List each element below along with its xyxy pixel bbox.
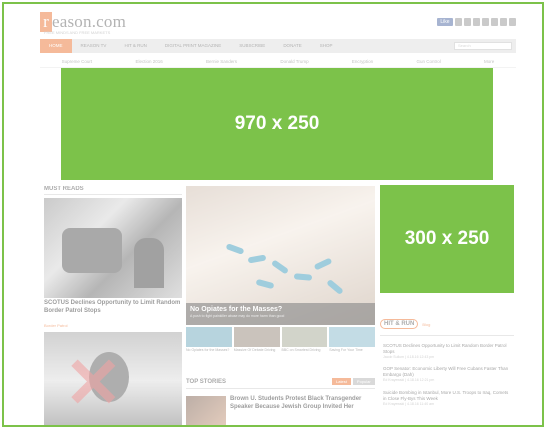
feature-subtitle: A push to fight painkiller abuse may do … (190, 314, 285, 318)
thumbnail[interactable]: Saving For Your Time (329, 327, 375, 361)
hit-and-run-item-title[interactable]: Suicide Bombing in Istanbul, More U.S. T… (383, 390, 513, 401)
topic-link[interactable]: Encryption (352, 59, 373, 64)
pill (326, 278, 344, 296)
topic-link[interactable]: Election 2016 (135, 59, 162, 64)
hit-and-run-label[interactable]: HIT & RUN (380, 319, 419, 329)
logo-text: eason.com (52, 12, 127, 31)
rss-icon[interactable] (500, 18, 507, 26)
must-reads-tag[interactable]: Border Patrol (44, 323, 68, 328)
topic-link[interactable]: Supreme Court (62, 59, 93, 64)
topic-link[interactable]: Gun Control (416, 59, 440, 64)
thumbnail[interactable]: BBC on Smartest Driving (281, 327, 328, 361)
topic-link[interactable]: Bernie Sanders (206, 59, 237, 64)
nav-hit-and-run[interactable]: HIT & RUN (115, 39, 155, 53)
pill (247, 254, 267, 264)
hit-and-run-item-meta: Ed Krayewski | 4.18.16 12:21 pm (383, 378, 435, 382)
hit-and-run-item[interactable]: GOP Senator: Economic Liberty Will Free … (383, 366, 513, 382)
divider (186, 388, 375, 389)
pill (225, 243, 245, 255)
pill (255, 278, 275, 290)
twitter-icon[interactable] (455, 18, 462, 26)
thumbnail-caption: Saving For Your Time (329, 348, 363, 352)
site-header: r eason.com FREE MINDS AND FREE MARKETS L… (40, 10, 516, 36)
search-input[interactable]: Search (454, 42, 512, 50)
feature-photo[interactable]: No Opiates for the Masses? A push to fig… (186, 186, 375, 325)
thumbnail-image (281, 327, 328, 347)
officer-figure (134, 238, 164, 288)
pill (313, 257, 333, 271)
google-plus-icon[interactable] (464, 18, 471, 26)
email-icon[interactable] (509, 18, 516, 26)
youtube-icon[interactable] (473, 18, 480, 26)
thumbnail[interactable]: Massive Of Debate Driving (233, 327, 280, 361)
hit-and-run-item-meta: Ed Krayewski | 4.18.16 11:40 am (383, 402, 435, 406)
nav-shop[interactable]: SHOP (311, 39, 342, 53)
topic-link[interactable]: Donald Trump (280, 59, 308, 64)
thumbnail-image (186, 327, 232, 347)
feature-caption: No Opiates for the Masses? A push to fig… (186, 303, 375, 325)
thumbnail-image (329, 327, 375, 347)
must-reads-photo-2[interactable]: ✕ (44, 332, 182, 425)
hit-and-run-blog: Blog (422, 321, 431, 327)
hit-and-run-item-title[interactable]: SCOTUS Declines Opportunity to Limit Ran… (383, 343, 513, 354)
page-frame: r eason.com FREE MINDS AND FREE MARKETS L… (2, 2, 544, 427)
top-stories-heading: TOP STORIES (186, 379, 227, 385)
instagram-icon[interactable] (482, 18, 489, 26)
nav-digital-print-magazine[interactable]: DIGITAL PRINT MAGAZINE (156, 39, 230, 53)
pill (270, 259, 290, 275)
top-story-photo[interactable] (186, 396, 226, 425)
topic-link[interactable]: More (484, 59, 494, 64)
tumblr-icon[interactable] (491, 18, 498, 26)
feature-title[interactable]: No Opiates for the Masses? (190, 306, 371, 313)
hit-and-run-item[interactable]: Suicide Bombing in Istanbul, More U.S. T… (383, 390, 513, 406)
thumbnail-image (233, 327, 280, 347)
thumbnail-caption: BBC on Smartest Driving (281, 348, 321, 352)
nav-donate[interactable]: DONATE (274, 39, 310, 53)
thumbnail-caption: No Opiates for the Masses? (186, 348, 230, 352)
x-mark: ✕ (64, 344, 123, 422)
divider (380, 335, 514, 336)
tab-popular[interactable]: Popular (352, 378, 375, 385)
hit-and-run-item[interactable]: SCOTUS Declines Opportunity to Limit Ran… (383, 343, 513, 359)
top-story-headline[interactable]: Brown U. Students Protest Black Transgen… (230, 396, 370, 411)
must-reads-photo[interactable] (44, 198, 182, 298)
sidebar-ad-placeholder: 300 x 250 (380, 185, 514, 293)
thumbnail[interactable]: No Opiates for the Masses? (186, 327, 232, 361)
must-reads-headline[interactable]: SCOTUS Declines Opportunity to Limit Ran… (44, 300, 182, 315)
leaderboard-ad-placeholder: 970 x 250 (61, 68, 493, 180)
nav-reason-tv[interactable]: REASON TV (72, 39, 116, 53)
nav-subscribe[interactable]: SUBSCRIBE (230, 39, 274, 53)
hit-and-run-item-title[interactable]: GOP Senator: Economic Liberty Will Free … (383, 366, 513, 377)
divider (44, 194, 182, 195)
logo-initial: r (40, 12, 52, 32)
pill (293, 273, 313, 281)
site-logo[interactable]: r eason.com (40, 12, 126, 32)
hit-and-run-item-meta: Jacob Sullum | 4.18.16 12:43 pm (383, 355, 435, 359)
hit-and-run-header: HIT & RUN Blog (380, 319, 430, 329)
car-window (62, 228, 122, 273)
site-tagline: FREE MINDS AND FREE MARKETS (44, 30, 111, 35)
topic-nav: Supreme Court Election 2016 Bernie Sande… (40, 56, 516, 68)
main-nav: HOME REASON TV HIT & RUN DIGITAL PRINT M… (40, 39, 516, 53)
top-stories-tabs: Latest Popular (332, 378, 375, 385)
must-reads-heading: MUST READS (44, 186, 84, 192)
facebook-like-button[interactable]: Like (437, 18, 453, 26)
nav-home[interactable]: HOME (40, 39, 72, 53)
tab-latest[interactable]: Latest (332, 378, 351, 385)
thumbnail-caption: Massive Of Debate Driving (233, 348, 276, 352)
feature-thumbnails: No Opiates for the Masses? Massive Of De… (186, 327, 375, 361)
social-links: Like (437, 18, 516, 26)
